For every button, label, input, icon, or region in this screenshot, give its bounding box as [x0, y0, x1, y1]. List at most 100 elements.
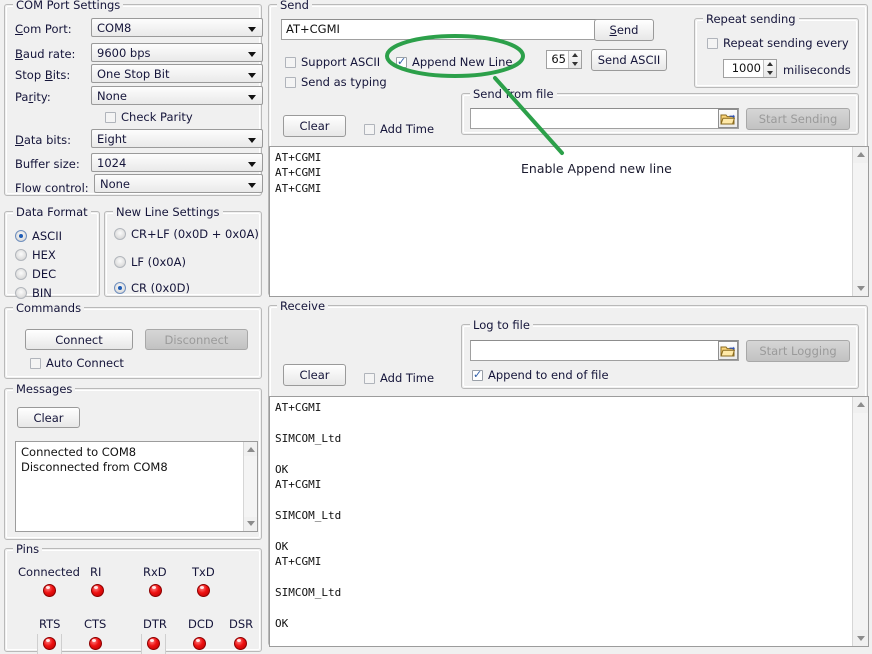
label-flow-control: Flow control: [15, 181, 89, 195]
repeat-interval-value: 1000 [724, 60, 763, 77]
messages-group: Messages Clear Connected to COM8 Disconn… [4, 388, 262, 540]
combo-com-port[interactable]: COM8 [91, 18, 263, 37]
repeat-units-label: miliseconds [783, 63, 851, 77]
radio-dot [114, 228, 126, 240]
checkbox-receive-add-time[interactable]: Add Time [364, 371, 434, 385]
open-folder-icon[interactable] [718, 341, 738, 360]
scroll-up-icon[interactable] [853, 397, 869, 413]
scroll-up-icon[interactable] [244, 442, 258, 456]
checkbox-repeat-sending[interactable]: Repeat sending every [707, 36, 849, 50]
connect-button[interactable]: Connect [25, 329, 133, 350]
start-sending-button[interactable]: Start Sending [746, 108, 850, 130]
receive-clear-button[interactable]: Clear [283, 364, 346, 386]
checkbox-append-new-line[interactable]: Append New Line [396, 55, 513, 69]
send-log-scrollbar[interactable] [852, 147, 868, 296]
send-command-input[interactable]: AT+CGMI [281, 19, 599, 40]
repeat-interval-spinner[interactable]: 1000 [723, 59, 777, 78]
receive-log-console[interactable]: AT+CGMI SIMCOM_Ltd OK AT+CGMI SIMCOM_Ltd… [269, 396, 869, 647]
checkbox-repeat-sending-label: Repeat sending every [723, 36, 849, 50]
checkbox-send-add-time[interactable]: Add Time [364, 122, 434, 136]
spinner-buttons[interactable] [763, 60, 776, 77]
ascii-code-spinner[interactable]: 65 [546, 50, 582, 69]
pin-label-ri: RI [90, 565, 101, 579]
pin-label-cts: CTS [84, 617, 106, 631]
log-file-path-input[interactable] [470, 340, 739, 361]
radio-dot [15, 268, 27, 280]
checkbox-send-as-typing[interactable]: Send as typing [285, 75, 387, 89]
combo-baud-rate[interactable]: 9600 bps [91, 43, 263, 62]
scroll-down-icon[interactable] [853, 280, 869, 296]
combo-flow-control-value: None [100, 177, 130, 191]
send-group: Send AT+CGMI Send Support ASCII Append N… [268, 4, 868, 296]
send-ascii-button-label: Send ASCII [598, 53, 661, 67]
combo-flow-control[interactable]: None [94, 174, 263, 193]
pin-led-connected [43, 584, 56, 597]
scroll-down-icon[interactable] [853, 630, 869, 646]
combo-buffer-size[interactable]: 1024 [91, 153, 263, 172]
combo-baud-rate-value: 9600 bps [97, 46, 151, 60]
radio-newline-crlf[interactable]: CR+LF (0x0D + 0x0A) [114, 227, 259, 241]
combo-parity-value: None [97, 89, 127, 103]
radio-newline-lf[interactable]: LF (0x0A) [114, 255, 186, 269]
spinner-down-icon[interactable] [764, 69, 776, 78]
log-to-file-group: Log to file Start Logging [461, 324, 859, 389]
start-logging-button[interactable]: Start Logging [746, 340, 850, 362]
disconnect-button[interactable]: Disconnect [145, 329, 248, 350]
radio-newline-cr[interactable]: CR (0x0D) [114, 281, 190, 295]
pin-label-dsr: DSR [229, 617, 253, 631]
send-button[interactable]: Send [594, 19, 654, 41]
checkbox-check-parity[interactable]: Check Parity [105, 110, 193, 124]
receive-log-scrollbar[interactable] [852, 397, 868, 646]
pin-label-dcd: DCD [188, 617, 214, 631]
radio-data-format-bin[interactable]: BIN [15, 286, 52, 300]
checkbox-support-ascii[interactable]: Support ASCII [285, 55, 380, 69]
combo-stop-bits-value: One Stop Bit [97, 67, 169, 81]
messages-text: Connected to COM8 Disconnected from COM8 [21, 445, 239, 474]
chevron-down-icon [248, 73, 256, 78]
send-button-label: Send [610, 23, 639, 37]
label-buffer-size: Buffer size: [15, 157, 80, 171]
connect-button-label: Connect [55, 333, 103, 347]
messages-scrollbar[interactable] [243, 442, 257, 531]
pin-led-dsr [234, 637, 247, 650]
checkbox-box [707, 38, 718, 49]
messages-clear-button[interactable]: Clear [17, 407, 80, 428]
scroll-down-icon[interactable] [244, 517, 258, 531]
checkbox-auto-connect[interactable]: Auto Connect [30, 356, 124, 370]
open-folder-icon[interactable] [718, 109, 738, 128]
radio-label: DEC [32, 267, 56, 281]
send-clear-button[interactable]: Clear [283, 115, 346, 137]
radio-data-format-hex[interactable]: HEX [15, 248, 56, 262]
spinner-down-icon[interactable] [569, 60, 581, 69]
checkbox-append-to-end[interactable]: Append to end of file [472, 368, 609, 382]
radio-data-format-ascii[interactable]: ASCII [15, 229, 62, 243]
combo-data-bits-value: Eight [97, 132, 127, 146]
radio-data-format-dec[interactable]: DEC [15, 267, 56, 281]
radio-label: CR+LF (0x0D + 0x0A) [131, 227, 259, 241]
scroll-up-icon[interactable] [853, 147, 869, 163]
new-line-settings-group: New Line Settings CR+LF (0x0D + 0x0A) LF… [104, 211, 262, 297]
label-baud-rate: Baud rate: [15, 47, 75, 61]
pin-led-txd [197, 584, 210, 597]
checkbox-box [364, 124, 375, 135]
radio-dot [114, 282, 126, 294]
combo-parity[interactable]: None [91, 86, 263, 105]
spinner-buttons[interactable] [568, 51, 581, 68]
receive-title: Receive [277, 299, 328, 313]
send-from-file-title: Send from file [470, 87, 557, 101]
pins-title: Pins [13, 542, 42, 556]
checkbox-send-as-typing-label: Send as typing [301, 75, 387, 89]
spinner-up-icon[interactable] [764, 60, 776, 69]
receive-group: Receive Log to file [268, 305, 868, 646]
checkbox-support-ascii-label: Support ASCII [301, 55, 380, 69]
spinner-up-icon[interactable] [569, 51, 581, 60]
combo-data-bits[interactable]: Eight [91, 129, 263, 148]
send-ascii-button[interactable]: Send ASCII [591, 49, 667, 71]
send-file-path-input[interactable] [470, 108, 739, 129]
combo-stop-bits[interactable]: One Stop Bit [91, 64, 263, 83]
pin-label-rts: RTS [39, 617, 60, 631]
start-sending-label: Start Sending [759, 112, 838, 126]
radio-dot [114, 256, 126, 268]
messages-listbox[interactable]: Connected to COM8 Disconnected from COM8 [15, 441, 258, 532]
pin-label-connected: Connected [18, 565, 80, 579]
